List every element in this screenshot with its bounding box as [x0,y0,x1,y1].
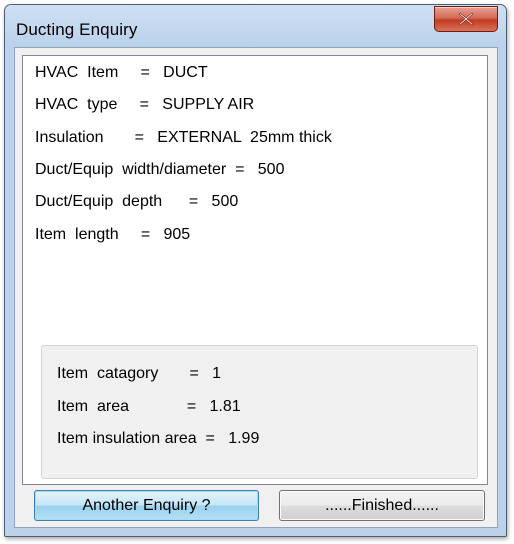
item-length-line: Item length = 905 [35,226,191,243]
summary-panel: Item catagory = 1 Item area = 1.81 Item … [41,345,478,479]
title-bar[interactable]: Ducting Enquiry [5,5,506,49]
window-title: Ducting Enquiry [16,20,138,39]
insulation-line: Insulation = EXTERNAL 25mm thick [35,129,332,146]
another-enquiry-button[interactable]: Another Enquiry ? [34,490,259,521]
dialog-client-area: HVAC Item = DUCT HVAC type = SUPPLY AIR … [14,47,498,528]
width-diameter-line: Duct/Equip width/diameter = 500 [35,161,285,178]
close-icon [458,12,474,26]
item-area-line: Item area = 1.81 [57,398,241,415]
item-insulation-area-line: Item insulation area = 1.99 [57,430,260,447]
depth-line: Duct/Equip depth = 500 [35,193,239,210]
finished-button[interactable]: ......Finished...... [279,490,485,521]
item-category-line: Item catagory = 1 [57,365,222,382]
hvac-item-line: HVAC Item = DUCT [35,64,208,81]
info-panel: HVAC Item = DUCT HVAC type = SUPPLY AIR … [22,55,488,485]
dialog-window: Ducting Enquiry HVAC Item = DUCT HVAC ty… [4,4,507,537]
hvac-type-line: HVAC type = SUPPLY AIR [35,96,255,113]
close-button[interactable] [434,6,498,32]
